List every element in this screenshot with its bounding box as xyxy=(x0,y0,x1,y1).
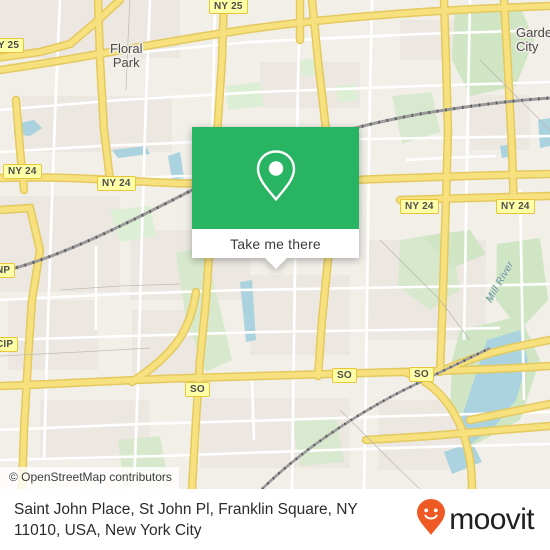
popup-tail xyxy=(264,258,287,269)
shield-so[interactable]: SO xyxy=(332,368,357,383)
moovit-wordmark: moovit xyxy=(449,502,534,536)
map-canvas[interactable]: Floral Park Garde City Mill River NY 25 … xyxy=(0,0,550,489)
shield-ny-24[interactable]: NY 24 xyxy=(97,176,136,191)
location-popup[interactable]: Take me there xyxy=(192,127,359,269)
shield-np[interactable]: NP xyxy=(0,263,16,278)
moovit-pin-icon xyxy=(416,498,446,541)
shield-ny-24[interactable]: NY 24 xyxy=(400,199,439,214)
map-pin-icon xyxy=(254,148,298,209)
popup-image-panel xyxy=(192,127,359,229)
footer-bar: Saint John Place, St John Pl, Franklin S… xyxy=(0,489,550,550)
shield-ny-24[interactable]: NY 24 xyxy=(3,164,42,179)
shield-cip[interactable]: CIP xyxy=(0,337,19,352)
map-page: Floral Park Garde City Mill River NY 25 … xyxy=(0,0,550,550)
osm-attribution[interactable]: © OpenStreetMap contributors xyxy=(0,467,179,489)
shield-ny-24[interactable]: NY 24 xyxy=(496,199,535,214)
popup-action-bar[interactable]: Take me there xyxy=(192,229,359,269)
take-me-there-label: Take me there xyxy=(230,235,321,252)
shield-ny-25[interactable]: NY 25 xyxy=(209,0,248,14)
moovit-logo[interactable]: moovit xyxy=(416,498,535,541)
address-text: Saint John Place, St John Pl, Franklin S… xyxy=(14,500,358,539)
shield-so[interactable]: SO xyxy=(409,367,434,382)
shield-so[interactable]: SO xyxy=(185,382,210,397)
shield-ny-25[interactable]: Y 25 xyxy=(0,38,25,53)
